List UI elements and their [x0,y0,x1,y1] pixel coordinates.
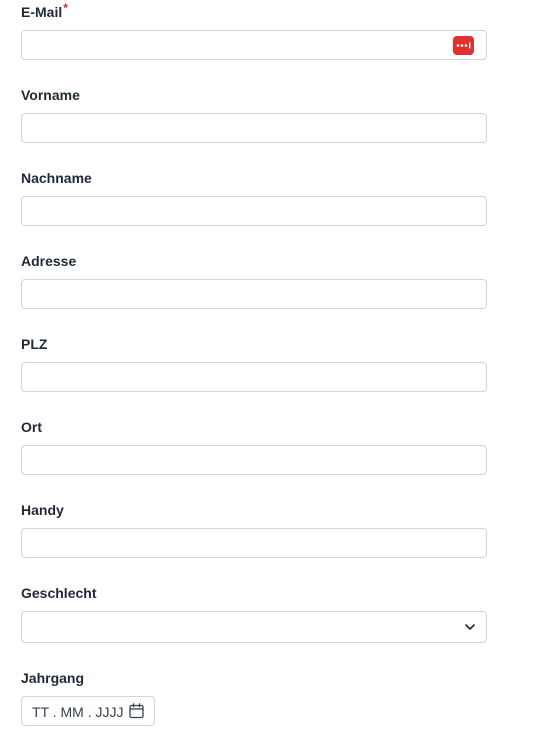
date-placeholder: TT . MM . JJJJ [32,704,124,720]
ort-input[interactable] [21,445,487,475]
jahrgang-date-input[interactable]: TT . MM . JJJJ [21,696,155,726]
handy-label: Handy [21,502,64,518]
calendar-icon[interactable] [129,703,144,719]
nachname-label: Nachname [21,170,92,186]
adresse-input[interactable] [21,279,487,309]
adresse-label: Adresse [21,253,77,269]
plz-input[interactable] [21,362,487,392]
jahrgang-label: Jahrgang [21,670,85,686]
geschlecht-label: Geschlecht [21,585,97,601]
email-label: E-Mail* [21,1,68,20]
chevron-down-icon [465,624,475,630]
email-input[interactable] [21,30,487,60]
password-manager-icon[interactable] [453,36,474,55]
handy-input[interactable] [21,528,487,558]
vorname-input[interactable] [21,113,487,143]
nachname-input[interactable] [21,196,487,226]
plz-label: PLZ [21,336,48,352]
required-marker: * [63,1,68,15]
vorname-label: Vorname [21,87,80,103]
geschlecht-select[interactable] [21,611,487,643]
ort-label: Ort [21,419,42,435]
